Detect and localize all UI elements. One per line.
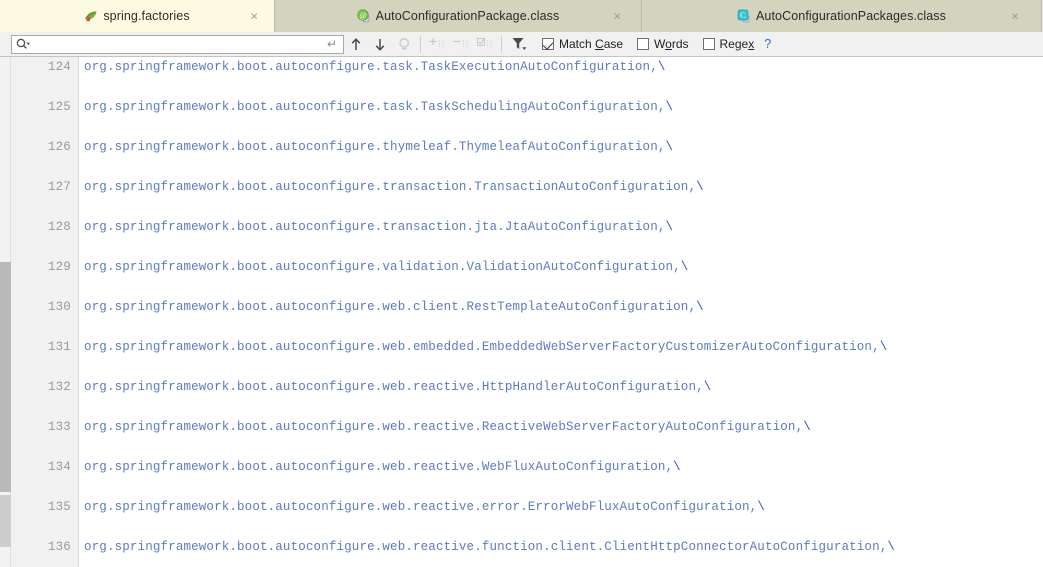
code-line[interactable]: 126 org.springframework.boot.autoconfigur… xyxy=(0,137,1043,157)
line-number: 127 xyxy=(47,180,71,194)
annotation-at-icon: @ xyxy=(357,9,371,23)
words-checkbox[interactable] xyxy=(637,38,650,50)
line-number: 125 xyxy=(47,100,71,114)
line-number: 132 xyxy=(47,380,71,394)
line-number: 130 xyxy=(47,300,71,314)
svg-text:@: @ xyxy=(359,11,366,20)
code-line[interactable]: 132 org.springframework.boot.autoconfigur… xyxy=(0,377,1043,397)
line-continuation: \ xyxy=(887,540,896,554)
line-continuation: \ xyxy=(665,100,674,114)
line-continuation: \ xyxy=(879,340,888,354)
tab-close-icon[interactable]: × xyxy=(250,10,258,23)
code-line-text: org.springframework.boot.autoconfigure.w… xyxy=(84,500,765,514)
tab-close-icon[interactable]: × xyxy=(1011,10,1019,23)
line-continuation: \ xyxy=(665,220,674,234)
search-dropdown-icon[interactable] xyxy=(16,38,31,51)
code-line-text: org.springframework.boot.autoconfigure.t… xyxy=(84,100,674,114)
editor-tab-bar: spring.factories × @ AutoConfigurationPa… xyxy=(0,0,1043,32)
code-line-text: org.springframework.boot.autoconfigure.t… xyxy=(84,180,704,194)
funnel-icon[interactable] xyxy=(506,33,532,55)
tab-spring-factories[interactable]: spring.factories × xyxy=(0,0,275,32)
code-line-text: org.springframework.boot.autoconfigure.w… xyxy=(84,540,896,554)
tab-label: AutoConfigurationPackages.class xyxy=(755,9,946,23)
line-number: 133 xyxy=(47,420,71,434)
find-options: Match Case Words Regex ? xyxy=(542,37,771,51)
line-number: 134 xyxy=(47,460,71,474)
line-continuation: \ xyxy=(696,300,704,314)
line-number: 128 xyxy=(47,220,71,234)
class-c-icon: C xyxy=(737,9,751,23)
code-line-text: org.springframework.boot.autoconfigure.w… xyxy=(84,300,704,314)
line-continuation: \ xyxy=(673,460,681,474)
code-line-text: org.springframework.boot.autoconfigure.v… xyxy=(84,260,689,274)
line-continuation: \ xyxy=(696,180,704,194)
code-line-text: org.springframework.boot.autoconfigure.w… xyxy=(84,340,888,354)
toolbar-separator-1 xyxy=(420,35,421,53)
toolbar-separator-2 xyxy=(501,35,502,53)
code-line[interactable]: 124 org.springframework.boot.autoconfigur… xyxy=(0,57,1043,77)
code-line[interactable]: 134 org.springframework.boot.autoconfigur… xyxy=(0,457,1043,477)
code-line[interactable]: 131 org.springframework.boot.autoconfigur… xyxy=(0,337,1043,357)
line-number: 135 xyxy=(47,500,71,514)
code-line[interactable]: 136 org.springframework.boot.autoconfigur… xyxy=(0,537,1043,557)
code-line-text: org.springframework.boot.autoconfigure.t… xyxy=(84,220,674,234)
code-line-text: org.springframework.boot.autoconfigure.t… xyxy=(84,60,666,74)
search-input[interactable] xyxy=(31,35,327,53)
code-line-text: org.springframework.boot.autoconfigure.t… xyxy=(84,140,674,154)
tab-label: spring.factories xyxy=(103,9,190,23)
line-number: 131 xyxy=(47,340,71,354)
ide-window: spring.factories × @ AutoConfigurationPa… xyxy=(0,0,1043,567)
svg-text:C: C xyxy=(740,10,746,20)
line-number: 136 xyxy=(47,540,71,554)
enter-return-icon: ↵ xyxy=(326,37,337,51)
line-continuation: \ xyxy=(680,260,689,274)
spring-leaf-icon xyxy=(84,9,98,23)
code-lines: 124 org.springframework.boot.autoconfigur… xyxy=(0,57,1043,567)
find-next-button[interactable] xyxy=(368,33,392,55)
regex-label: Regex xyxy=(719,37,755,51)
line-continuation: \ xyxy=(757,500,765,514)
code-line-text: org.springframework.boot.autoconfigure.w… xyxy=(84,420,811,434)
regex-checkbox[interactable] xyxy=(702,38,715,50)
tab-autoconfigurationpackage-class[interactable]: @ AutoConfigurationPackage.class × xyxy=(275,0,642,32)
remove-occurrence-button xyxy=(449,33,473,55)
match-case-option[interactable]: Match Case xyxy=(542,37,623,51)
line-number: 124 xyxy=(47,60,71,74)
find-toolbar: ↵ Match Case Words Regex ? xyxy=(0,32,1043,57)
search-field-wrapper[interactable]: ↵ xyxy=(11,34,344,54)
code-line-text: org.springframework.boot.autoconfigure.w… xyxy=(84,460,681,474)
help-link[interactable]: ? xyxy=(764,37,771,51)
line-number: 129 xyxy=(47,260,71,274)
line-continuation: \ xyxy=(657,60,666,74)
line-continuation: \ xyxy=(803,420,811,434)
code-line[interactable]: 133 org.springframework.boot.autoconfigur… xyxy=(0,417,1043,437)
words-option[interactable]: Words xyxy=(637,37,689,51)
code-line-text: org.springframework.boot.autoconfigure.w… xyxy=(84,380,712,394)
code-line[interactable]: 129 org.springframework.boot.autoconfigur… xyxy=(0,257,1043,277)
line-continuation: \ xyxy=(703,380,712,394)
tab-close-icon[interactable]: × xyxy=(613,10,621,23)
code-line[interactable]: 135 org.springframework.boot.autoconfigur… xyxy=(0,497,1043,517)
regex-option[interactable]: Regex xyxy=(702,37,755,51)
add-occurrence-button xyxy=(425,33,449,55)
code-line[interactable]: 125 org.springframework.boot.autoconfigur… xyxy=(0,97,1043,117)
select-all-occurrences-button xyxy=(473,33,497,55)
code-editor[interactable]: 124 org.springframework.boot.autoconfigur… xyxy=(0,57,1043,567)
line-number: 126 xyxy=(47,140,71,154)
find-all-button xyxy=(392,33,416,55)
match-case-checkbox[interactable] xyxy=(542,38,554,50)
match-case-label: Match Case xyxy=(559,37,624,51)
code-line[interactable]: 128 org.springframework.boot.autoconfigur… xyxy=(0,217,1043,237)
code-line[interactable]: 130 org.springframework.boot.autoconfigur… xyxy=(0,297,1043,317)
find-previous-button[interactable] xyxy=(344,33,368,55)
words-label: Words xyxy=(654,37,689,51)
code-line[interactable]: 127 org.springframework.boot.autoconfigur… xyxy=(0,177,1043,197)
tab-autoconfigurationpackages-class[interactable]: C AutoConfigurationPackages.class × xyxy=(642,0,1042,32)
line-continuation: \ xyxy=(665,140,674,154)
tab-label: AutoConfigurationPackage.class xyxy=(375,9,560,23)
